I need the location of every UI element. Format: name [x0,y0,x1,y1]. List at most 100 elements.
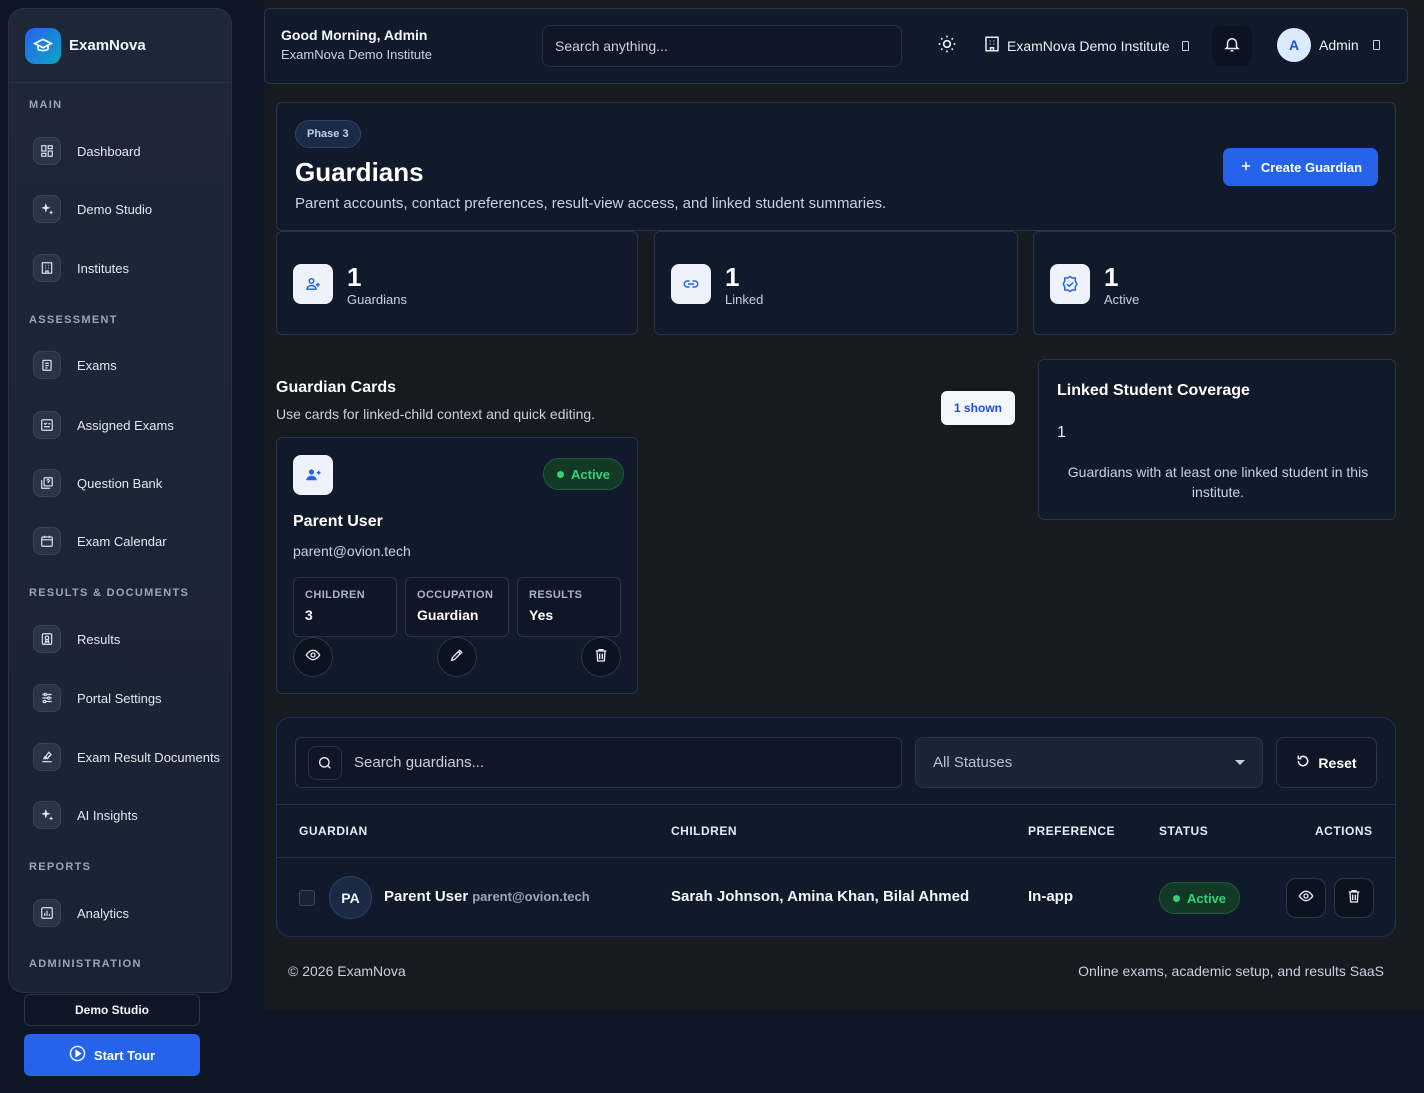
table-row[interactable]: PA Parent User parent@ovion.tech Sarah Jo… [277,858,1395,936]
field-label: OCCUPATION [417,589,494,601]
section-administration: ADMINISTRATION [29,958,142,970]
preference-cell: In-app [1028,888,1073,905]
eye-icon [305,647,321,668]
sliders-icon [33,684,61,712]
linked-student-coverage: Linked Student Coverage 1 Guardians with… [1038,359,1396,520]
sidebar-item-exams[interactable]: Exams [33,350,117,380]
theme-toggle-button[interactable] [932,31,962,61]
status-filter-select[interactable]: All Statuses [915,737,1263,788]
start-tour-button[interactable]: Start Tour [24,1034,200,1076]
question-bank-icon [33,469,61,497]
stat-label: Guardians [347,292,407,307]
sidebar-item-analytics[interactable]: Analytics [33,898,129,928]
status-text: Active [571,466,611,482]
edit-button[interactable] [437,637,477,677]
delete-button[interactable] [1334,878,1374,918]
occupation-field: OCCUPATION Guardian [405,577,509,637]
sidebar-item-label: Institutes [77,260,130,276]
field-value: Yes [529,607,554,623]
column-header-actions: ACTIONS [1315,824,1373,838]
sidebar-item-demo-studio[interactable]: Demo Studio [33,194,152,224]
checklist-icon [33,411,61,439]
sidebar-item-label: Exams [77,357,117,373]
guardian-cards-title: Guardian Cards [276,379,397,396]
dashboard-icon [33,137,61,165]
trash-icon [593,647,609,668]
sun-icon [937,34,957,59]
guardian-name: Parent User [384,888,469,905]
eye-icon [1298,888,1314,909]
sidebar-item-question-bank[interactable]: Question Bank [33,468,162,498]
page-header: Phase 3 Guardians Parent accounts, conta… [276,102,1396,231]
start-tour-label: Start Tour [93,1047,156,1063]
reset-button[interactable]: Reset [1276,737,1377,788]
demo-studio-button[interactable]: Demo Studio [24,994,200,1026]
status-dot-icon [1173,894,1180,902]
stat-card-linked: 1 Linked [654,231,1018,335]
sidebar-item-exam-result-documents[interactable]: Exam Result Documents [33,742,220,772]
search-placeholder: Search guardians... [354,754,485,771]
building-icon [983,35,1001,56]
stat-value: 1 [725,262,740,292]
section-main: MAIN [29,99,63,111]
table-filters: Search guardians... All Statuses Reset [277,718,1395,805]
children-field: CHILDREN 3 [293,577,397,637]
create-guardian-label: Create Guardian [1260,159,1363,175]
sidebar-item-institutes[interactable]: Institutes [33,253,129,283]
institute-name: ExamNova Demo Institute [1007,37,1170,54]
greeting: Good Morning, Admin ExamNova Demo Instit… [281,27,432,62]
sidebar-item-label: Analytics [77,905,130,921]
sidebar-item-portal-settings[interactable]: Portal Settings [33,683,162,713]
verified-icon [1050,264,1090,304]
section-results-documents: RESULTS & DOCUMENTS [29,587,190,599]
sidebar-item-dashboard[interactable]: Dashboard [33,136,141,166]
guardian-email: parent@ovion.tech [472,889,590,904]
phase-badge: Phase 3 [295,120,361,148]
sidebar-item-exam-calendar[interactable]: Exam Calendar [33,526,167,556]
view-button[interactable] [1286,878,1326,918]
sidebar-item-label: Question Bank [77,475,163,491]
delete-button[interactable] [581,637,621,677]
guardian-card: Active Parent User parent@ovion.tech CHI… [276,437,638,694]
status-text: Active [1187,890,1227,906]
bell-icon [1223,35,1241,58]
column-header-guardian[interactable]: GUARDIAN [299,824,368,838]
sparkles-icon [33,801,61,829]
user-plus-icon [293,455,333,495]
field-label: CHILDREN [305,589,366,601]
row-checkbox[interactable] [299,890,315,906]
field-value: 3 [305,607,313,623]
sidebar-item-assigned-exams[interactable]: Assigned Exams [33,410,174,440]
stat-label: Active [1104,292,1140,307]
field-value: Guardian [417,607,479,623]
guardian-cards-subtitle: Use cards for linked-child context and q… [276,406,596,422]
graduation-cap-icon [25,27,61,64]
brand[interactable]: ExamNova [9,9,231,83]
column-header-status[interactable]: STATUS [1159,824,1208,838]
search-icon [308,745,342,780]
stat-label: Linked [725,292,764,307]
institute-selector[interactable]: ExamNova Demo Institute [983,35,1189,56]
sidebar-item-label: Demo Studio [77,201,153,217]
create-guardian-button[interactable]: Create Guardian [1223,148,1378,186]
guardians-icon [293,264,333,304]
user-menu[interactable]: A Admin [1277,28,1380,62]
brand-name: ExamNova [69,37,146,54]
sidebar-item-label: AI Insights [77,807,138,823]
building-icon [33,254,61,282]
sidebar-item-label: Assigned Exams [77,417,174,433]
sidebar-item-results[interactable]: Results [33,624,120,654]
trash-icon [1346,888,1362,909]
stat-card-guardians: 1 Guardians [276,231,638,335]
status-filter-value: All Statuses [933,754,1013,771]
user-name: Admin [1319,37,1359,53]
notifications-button[interactable] [1212,26,1252,66]
section-assessment: ASSESSMENT [29,314,118,326]
sidebar-item-ai-insights[interactable]: AI Insights [33,800,138,830]
global-search-input[interactable]: Search anything... [542,25,902,67]
play-circle-icon [69,1045,86,1065]
column-header-preference[interactable]: PREFERENCE [1028,824,1115,838]
view-button[interactable] [293,637,333,677]
guardian-search-input[interactable]: Search guardians... [295,737,902,788]
column-header-children[interactable]: CHILDREN [671,824,737,838]
